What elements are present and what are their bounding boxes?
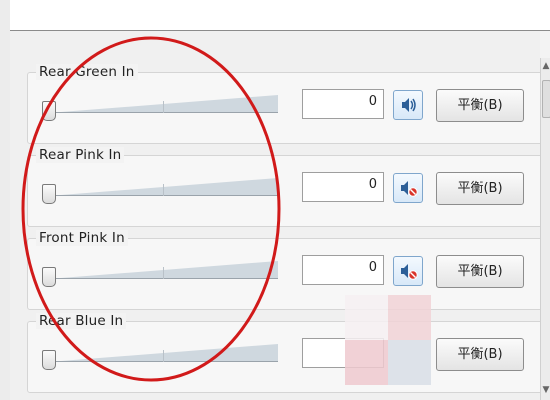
volume-value: 0 [368, 94, 377, 109]
speaker-muted-icon [401, 264, 418, 280]
volume-value-field[interactable]: 0 [302, 255, 384, 285]
mute-toggle-button[interactable] [393, 173, 423, 203]
speaker-muted-icon [401, 181, 418, 197]
scroll-up-arrow-icon[interactable]: ▲ [541, 60, 550, 72]
speaker-on-icon [402, 98, 416, 112]
vertical-scrollbar[interactable]: ▲ ▼ [540, 58, 550, 400]
red-circle-annotation [21, 36, 281, 382]
mute-toggle-button[interactable] [393, 256, 423, 286]
top-panel [10, 0, 550, 31]
balance-button[interactable]: 平衡(B) [436, 255, 524, 288]
balance-button[interactable]: 平衡(B) [436, 172, 524, 205]
volume-value: 0 [368, 177, 377, 192]
volume-value-field[interactable]: 0 [302, 172, 384, 202]
watermark-logo [345, 295, 431, 385]
scroll-down-arrow-icon[interactable]: ▼ [541, 384, 550, 396]
balance-button[interactable]: 平衡(B) [436, 338, 524, 371]
mute-toggle-button[interactable] [393, 90, 423, 120]
scroll-thumb[interactable] [542, 80, 550, 118]
volume-value: 0 [368, 260, 377, 275]
volume-value-field[interactable]: 0 [302, 89, 384, 119]
balance-button[interactable]: 平衡(B) [436, 89, 524, 122]
